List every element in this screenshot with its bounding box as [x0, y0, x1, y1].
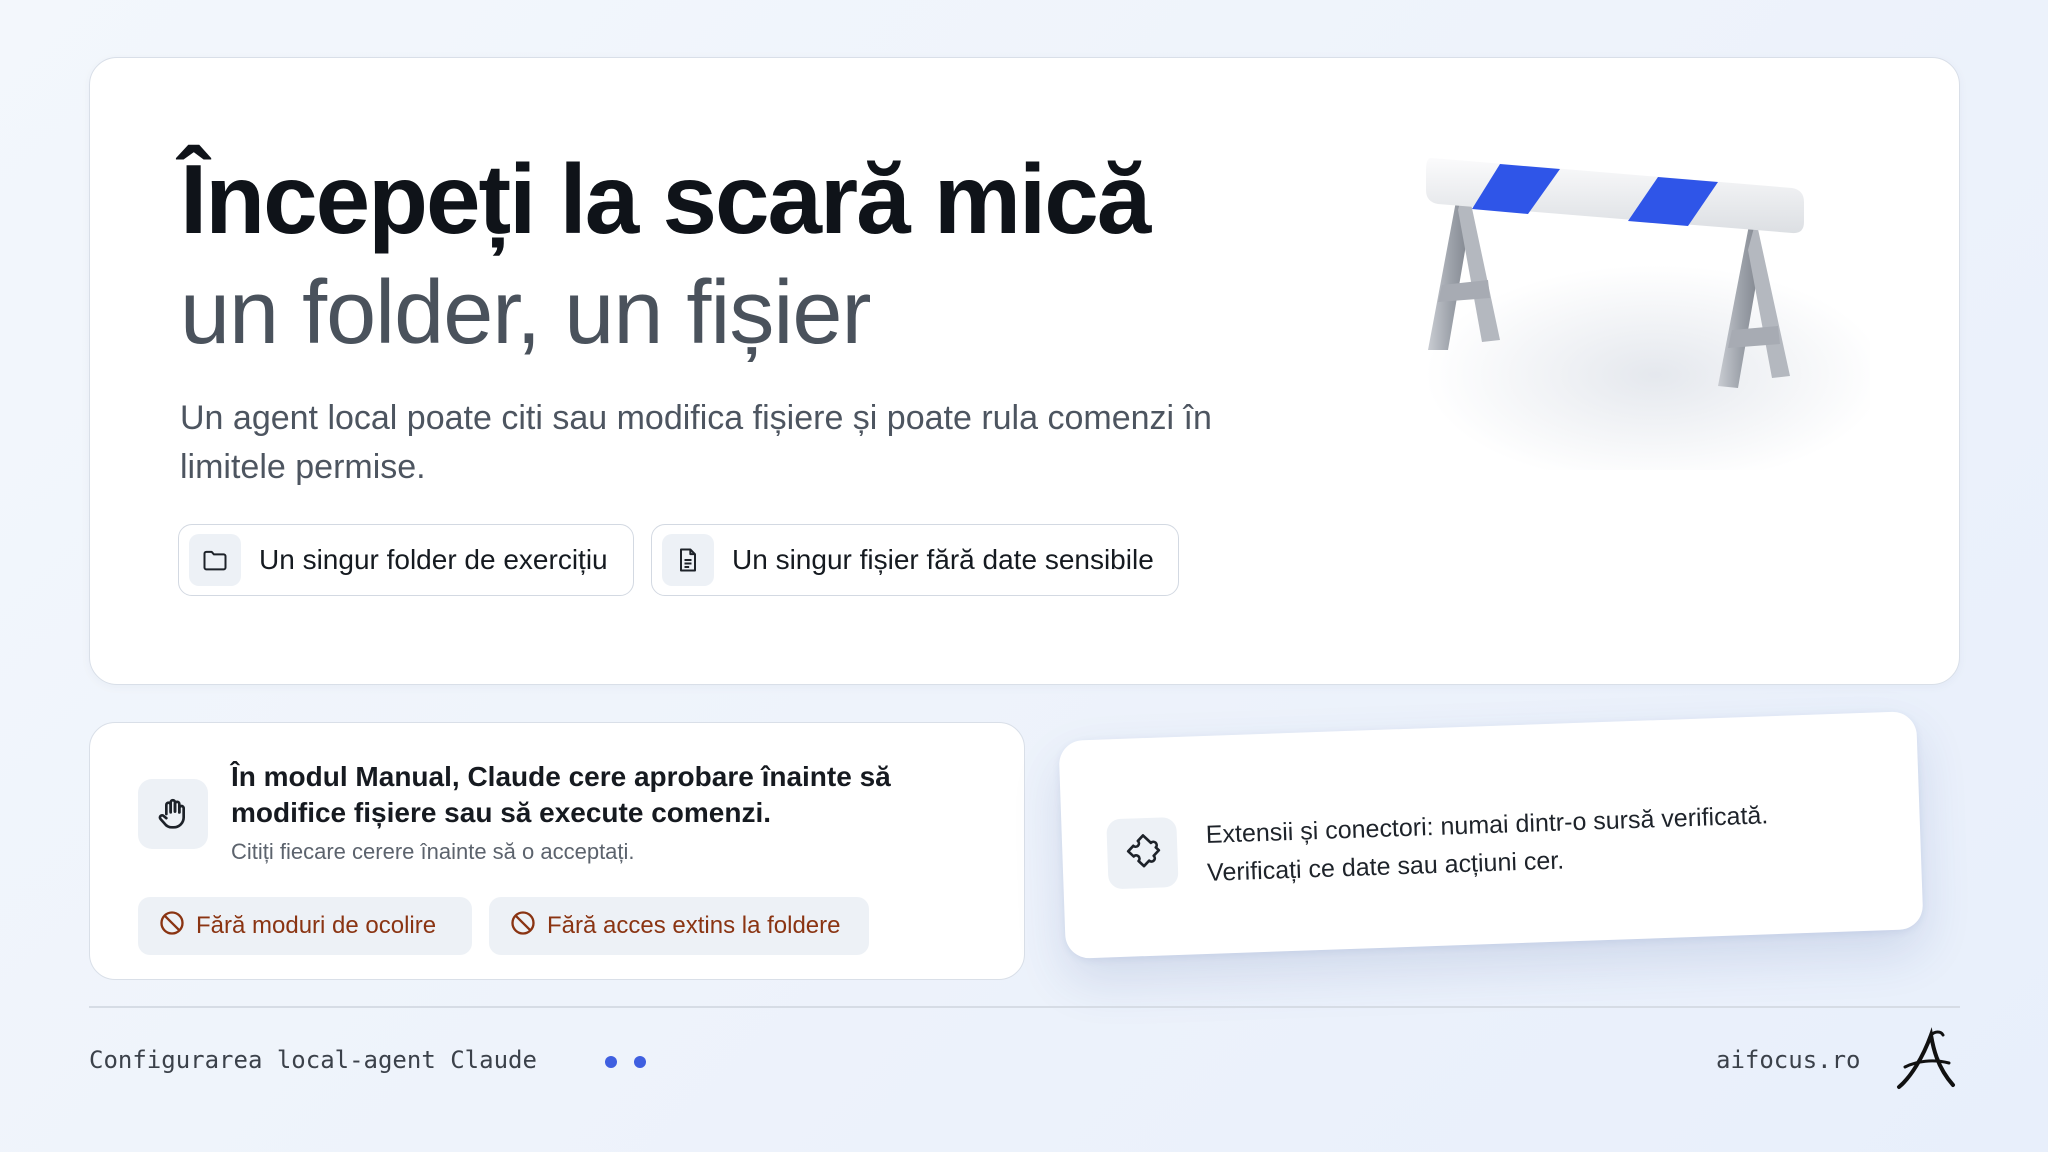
pagination-dots: [605, 1056, 646, 1068]
footer-site: aifocus.ro: [1716, 1046, 1861, 1074]
extensions-card: Extensii și conectori: numai dintr-o sur…: [1058, 711, 1924, 959]
no-entry-icon: [509, 909, 537, 944]
pill-no-extended-folder-access: Fără acces extins la foldere: [489, 897, 869, 955]
manual-mode-title: În modul Manual, Claude cere aprobare în…: [231, 761, 891, 828]
extensions-text: Extensii și conectori: numai dintr-o sur…: [1205, 793, 1867, 892]
barrier-illustration: [1425, 157, 1870, 470]
footer-deck-title: Configurarea local-agent Claude: [89, 1046, 537, 1074]
no-entry-icon: [158, 909, 186, 944]
page-subtitle: un folder, un fișier: [180, 263, 871, 363]
pill-label: Fără acces extins la foldere: [547, 912, 841, 939]
puzzle-icon: [1106, 816, 1179, 890]
aifocus-logo: [1897, 1027, 1955, 1089]
pagination-dot: [605, 1056, 617, 1068]
chip-single-folder: Un singur folder de exercițiu: [178, 524, 634, 596]
document-icon: [662, 534, 714, 586]
footer-divider: [89, 1006, 1960, 1008]
pill-label: Fără moduri de ocolire: [196, 912, 437, 939]
folder-icon: [189, 534, 241, 586]
page-title: Începeți la scară mică: [180, 144, 1151, 254]
chip-label: Un singur folder de exercițiu: [259, 544, 608, 575]
pill-no-bypass-modes: Fără moduri de ocolire: [138, 897, 472, 955]
manual-mode-note: Citiți fiecare cerere înainte să o accep…: [231, 839, 635, 864]
hand-icon: [138, 779, 208, 849]
chip-label: Un singur fișier fără date sensibile: [732, 544, 1154, 575]
pagination-dot: [634, 1056, 646, 1068]
manual-mode-card: În modul Manual, Claude cere aprobare în…: [89, 722, 1025, 980]
chip-single-file: Un singur fișier fără date sensibile: [651, 524, 1179, 596]
hero-description: Un agent local poate citi sau modifica f…: [180, 399, 1212, 486]
